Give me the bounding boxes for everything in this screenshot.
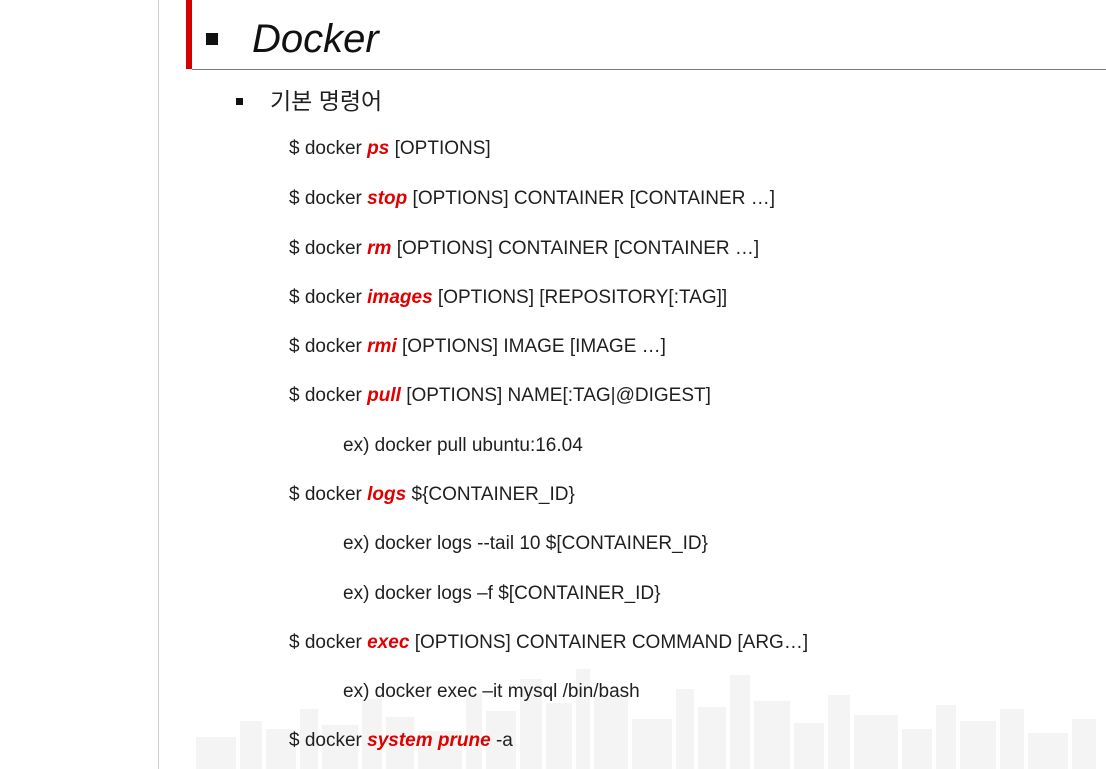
command-line-images: $ docker images [OPTIONS] [REPOSITORY[:T…: [289, 287, 728, 308]
command-keyword: system prune: [367, 730, 491, 751]
example-line-logs-tail: ex) docker logs --tail 10 $[CONTAINER_ID…: [343, 533, 708, 554]
command-keyword: rmi: [367, 336, 397, 357]
command-line-logs: $ docker logs ${CONTAINER_ID}: [289, 484, 575, 505]
example-line-logs-follow: ex) docker logs –f $[CONTAINER_ID}: [343, 583, 661, 604]
left-margin-rule: [158, 0, 159, 769]
command-keyword: exec: [367, 632, 410, 653]
command-keyword: images: [367, 287, 433, 308]
command-line-pull: $ docker pull [OPTIONS] NAME[:TAG|@DIGES…: [289, 385, 711, 406]
title-accent-bar: [186, 0, 192, 69]
command-keyword: ps: [367, 138, 390, 159]
command-line-rmi: $ docker rmi [OPTIONS] IMAGE [IMAGE …]: [289, 336, 666, 357]
command-keyword: pull: [367, 385, 401, 406]
command-keyword: logs: [367, 484, 407, 505]
title-underline: [192, 69, 1106, 70]
section-bullet: [236, 98, 243, 105]
command-keyword: rm: [367, 238, 392, 259]
section-heading: 기본 명령어: [270, 88, 383, 114]
command-line-system-prune: $ docker system prune -a: [289, 730, 513, 751]
command-line-exec: $ docker exec [OPTIONS] CONTAINER COMMAN…: [289, 632, 809, 653]
command-line-ps: $ docker ps [OPTIONS]: [289, 138, 491, 159]
command-keyword: stop: [367, 188, 408, 209]
example-line-exec: ex) docker exec –it mysql /bin/bash: [343, 681, 640, 702]
title-bullet: [206, 33, 218, 45]
slide-title: Docker: [252, 17, 379, 61]
command-line-stop: $ docker stop [OPTIONS] CONTAINER [CONTA…: [289, 188, 775, 209]
command-line-rm: $ docker rm [OPTIONS] CONTAINER [CONTAIN…: [289, 238, 760, 259]
example-line-pull: ex) docker pull ubuntu:16.04: [343, 435, 583, 456]
